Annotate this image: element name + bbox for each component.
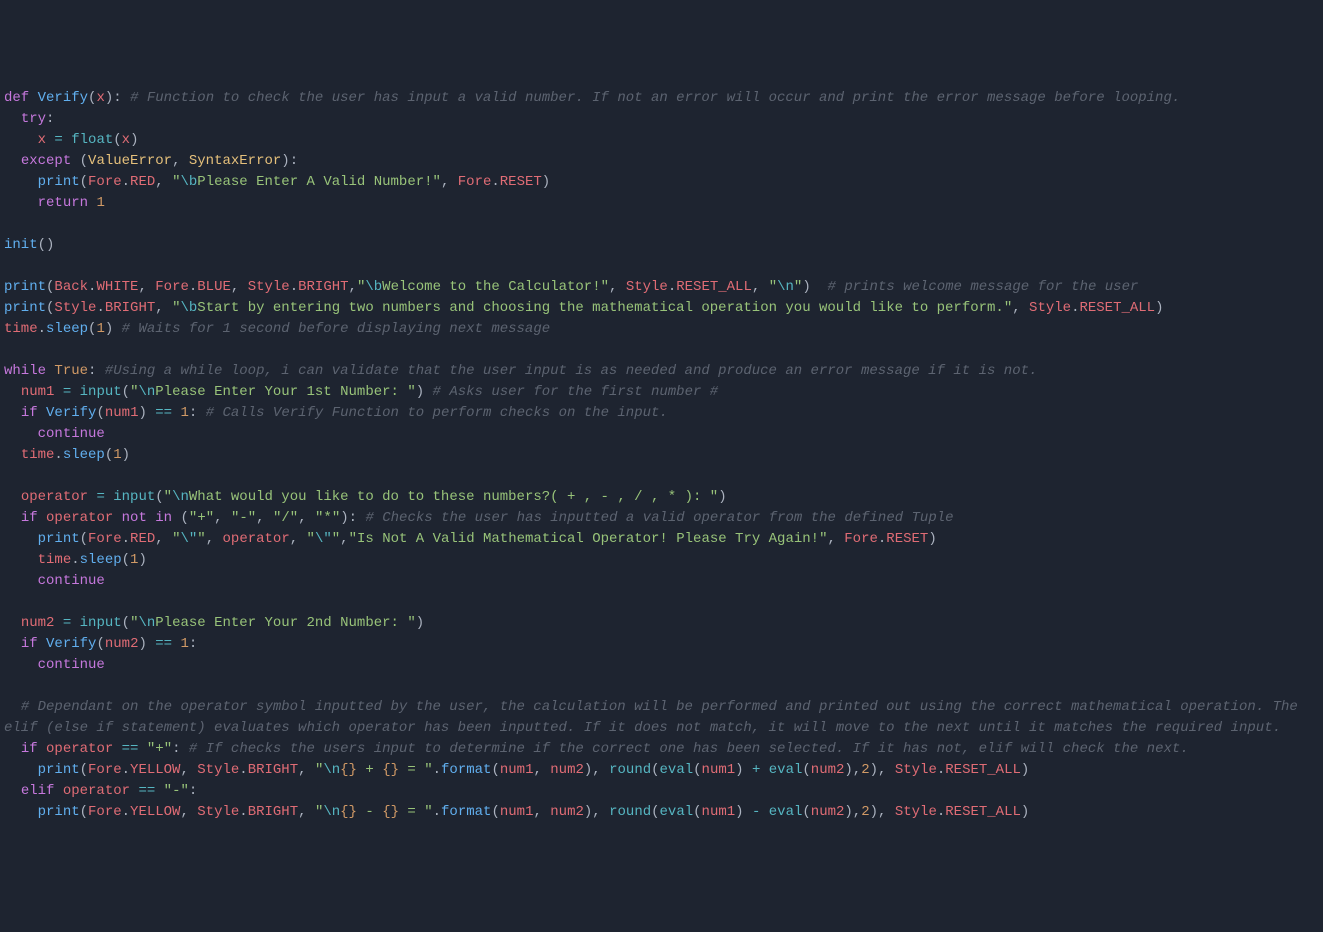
code-line: time.sleep(1)	[4, 445, 1319, 466]
code-line: num1 = input("\nPlease Enter Your 1st Nu…	[4, 382, 1319, 403]
code-line	[4, 676, 1319, 697]
code-line	[4, 256, 1319, 277]
code-line: continue	[4, 424, 1319, 445]
code-line: init()	[4, 235, 1319, 256]
code-line	[4, 466, 1319, 487]
code-line: num2 = input("\nPlease Enter Your 2nd Nu…	[4, 613, 1319, 634]
code-line: # Dependant on the operator symbol input…	[4, 697, 1319, 718]
code-line	[4, 340, 1319, 361]
code-line: print(Fore.YELLOW, Style.BRIGHT, "\n{} -…	[4, 802, 1319, 823]
code-line: return 1	[4, 193, 1319, 214]
code-line: if Verify(num1) == 1: # Calls Verify Fun…	[4, 403, 1319, 424]
code-line: if operator == "+": # If checks the user…	[4, 739, 1319, 760]
code-line: print(Style.BRIGHT, "\bStart by entering…	[4, 298, 1319, 319]
code-line: if Verify(num2) == 1:	[4, 634, 1319, 655]
code-line: time.sleep(1)	[4, 550, 1319, 571]
code-line: elif operator == "-":	[4, 781, 1319, 802]
code-line: time.sleep(1) # Waits for 1 second befor…	[4, 319, 1319, 340]
code-line: print(Fore.RED, "\"", operator, "\"","Is…	[4, 529, 1319, 550]
code-line: try:	[4, 109, 1319, 130]
code-line: print(Fore.YELLOW, Style.BRIGHT, "\n{} +…	[4, 760, 1319, 781]
code-line: except (ValueError, SyntaxError):	[4, 151, 1319, 172]
code-line	[4, 592, 1319, 613]
code-line: print(Back.WHITE, Fore.BLUE, Style.BRIGH…	[4, 277, 1319, 298]
code-line: print(Fore.RED, "\bPlease Enter A Valid …	[4, 172, 1319, 193]
code-line	[4, 214, 1319, 235]
code-line: continue	[4, 571, 1319, 592]
code-line: operator = input("\nWhat would you like …	[4, 487, 1319, 508]
code-editor[interactable]: def Verify(x): # Function to check the u…	[4, 88, 1319, 823]
code-line: while True: #Using a while loop, i can v…	[4, 361, 1319, 382]
code-line: def Verify(x): # Function to check the u…	[4, 88, 1319, 109]
code-line: continue	[4, 655, 1319, 676]
code-line: elif (else if statement) evaluates which…	[4, 718, 1319, 739]
code-line: if operator not in ("+", "-", "/", "*"):…	[4, 508, 1319, 529]
code-line: x = float(x)	[4, 130, 1319, 151]
